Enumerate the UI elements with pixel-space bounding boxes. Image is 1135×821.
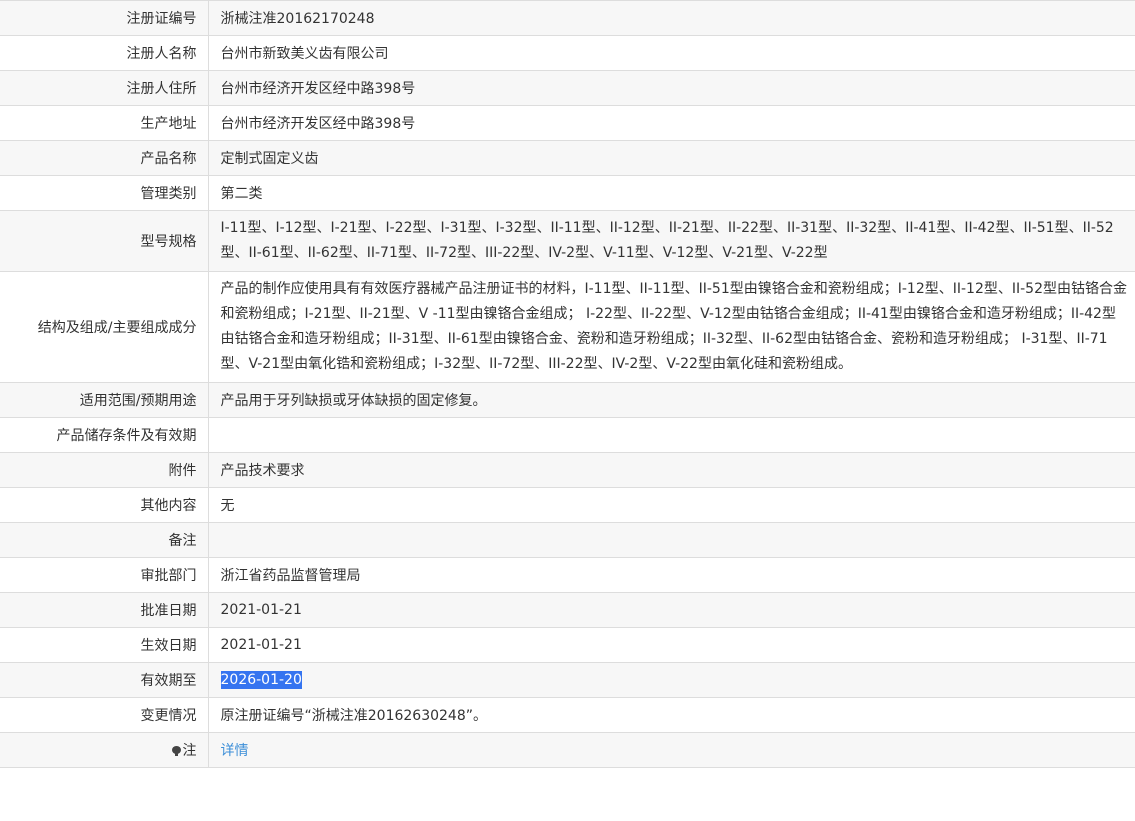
value-management-category: 第二类: [207, 175, 1135, 211]
value-registration-number: 浙械注准20162170248: [207, 0, 1135, 36]
value-effective-date: 2021-01-21: [207, 627, 1135, 663]
row-registrant-address: 注册人住所 台州市经济开发区经中路398号: [0, 70, 1135, 106]
row-registration-number: 注册证编号 浙械注准20162170248: [0, 0, 1135, 36]
value-attachment: 产品技术要求: [207, 452, 1135, 488]
label-approval-date: 批准日期: [0, 592, 208, 628]
label-management-category: 管理类别: [0, 175, 208, 211]
row-product-name: 产品名称 定制式固定义齿: [0, 140, 1135, 176]
label-structure-composition: 结构及组成/主要组成成分: [0, 271, 208, 383]
value-production-address: 台州市经济开发区经中路398号: [207, 105, 1135, 141]
row-model-spec: 型号规格 I-11型、I-12型、I-21型、I-22型、I-31型、I-32型…: [0, 210, 1135, 272]
label-registrant-address: 注册人住所: [0, 70, 208, 106]
row-structure-composition: 结构及组成/主要组成成分 产品的制作应使用具有有效医疗器械产品注册证书的材料，I…: [0, 271, 1135, 383]
row-note: 注 详情: [0, 732, 1135, 768]
row-remarks: 备注: [0, 522, 1135, 558]
label-other-content: 其他内容: [0, 487, 208, 523]
row-attachment: 附件 产品技术要求: [0, 452, 1135, 488]
value-model-spec: I-11型、I-12型、I-21型、I-22型、I-31型、I-32型、II-1…: [207, 210, 1135, 272]
label-note-cell: 注: [0, 732, 208, 768]
row-management-category: 管理类别 第二类: [0, 175, 1135, 211]
value-structure-composition: 产品的制作应使用具有有效医疗器械产品注册证书的材料，I-11型、II-11型、I…: [207, 271, 1135, 383]
label-storage-validity: 产品储存条件及有效期: [0, 417, 208, 453]
value-approval-department: 浙江省药品监督管理局: [207, 557, 1135, 593]
value-other-content: 无: [207, 487, 1135, 523]
value-remarks: [207, 522, 1135, 558]
row-approval-date: 批准日期 2021-01-21: [0, 592, 1135, 628]
label-approval-department: 审批部门: [0, 557, 208, 593]
row-effective-date: 生效日期 2021-01-21: [0, 627, 1135, 663]
label-effective-date: 生效日期: [0, 627, 208, 663]
value-valid-until-cell: 2026-01-20: [207, 662, 1135, 698]
row-change-history: 变更情况 原注册证编号“浙械注准20162630248”。: [0, 697, 1135, 733]
value-change-history: 原注册证编号“浙械注准20162630248”。: [207, 697, 1135, 733]
row-approval-department: 审批部门 浙江省药品监督管理局: [0, 557, 1135, 593]
label-attachment: 附件: [0, 452, 208, 488]
label-registrant-name: 注册人名称: [0, 35, 208, 71]
registration-detail-table: 注册证编号 浙械注准20162170248 注册人名称 台州市新致美义齿有限公司…: [0, 0, 1135, 768]
label-registration-number: 注册证编号: [0, 0, 208, 36]
value-note-cell: 详情: [207, 732, 1135, 768]
row-intended-use: 适用范围/预期用途 产品用于牙列缺损或牙体缺损的固定修复。: [0, 382, 1135, 418]
row-registrant-name: 注册人名称 台州市新致美义齿有限公司: [0, 35, 1135, 71]
label-note: 注: [182, 743, 197, 759]
label-production-address: 生产地址: [0, 105, 208, 141]
row-valid-until: 有效期至 2026-01-20: [0, 662, 1135, 698]
lightbulb-icon: [171, 746, 181, 756]
value-product-name: 定制式固定义齿: [207, 140, 1135, 176]
label-model-spec: 型号规格: [0, 210, 208, 272]
value-registrant-name: 台州市新致美义齿有限公司: [207, 35, 1135, 71]
label-change-history: 变更情况: [0, 697, 208, 733]
row-storage-validity: 产品储存条件及有效期: [0, 417, 1135, 453]
value-registrant-address: 台州市经济开发区经中路398号: [207, 70, 1135, 106]
value-approval-date: 2021-01-21: [207, 592, 1135, 628]
row-production-address: 生产地址 台州市经济开发区经中路398号: [0, 105, 1135, 141]
label-product-name: 产品名称: [0, 140, 208, 176]
label-intended-use: 适用范围/预期用途: [0, 382, 208, 418]
row-other-content: 其他内容 无: [0, 487, 1135, 523]
label-remarks: 备注: [0, 522, 208, 558]
value-valid-until[interactable]: 2026-01-20: [220, 671, 302, 689]
value-storage-validity: [207, 417, 1135, 453]
details-link[interactable]: 详情: [221, 743, 249, 759]
value-intended-use: 产品用于牙列缺损或牙体缺损的固定修复。: [207, 382, 1135, 418]
label-valid-until: 有效期至: [0, 662, 208, 698]
